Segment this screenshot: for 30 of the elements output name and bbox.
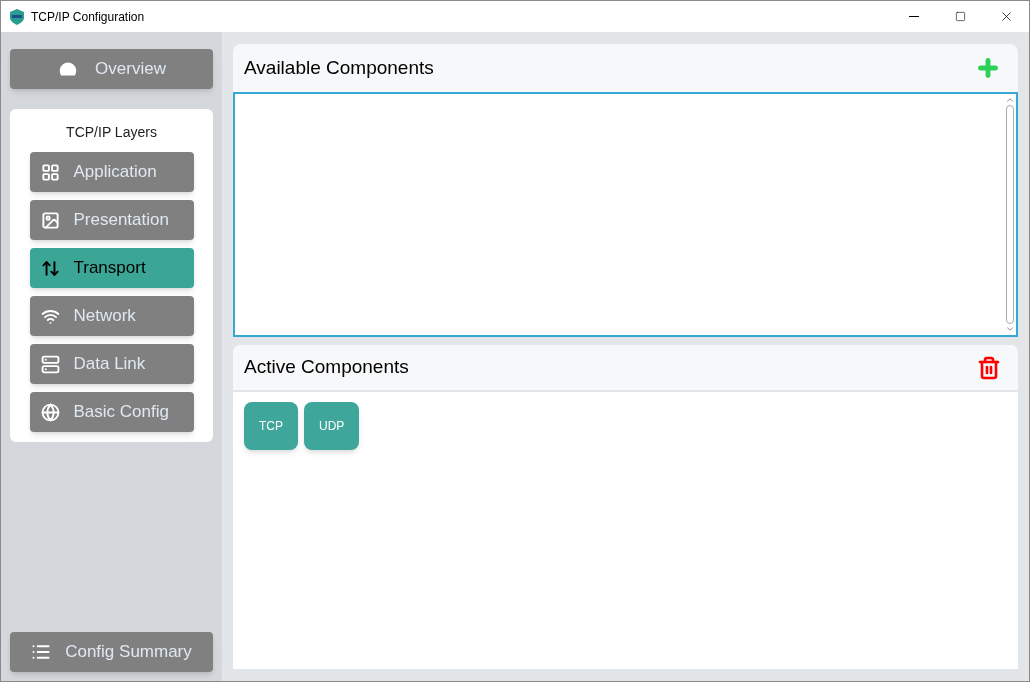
server-icon [40,354,60,374]
layer-button[interactable]: Basic Config [29,392,194,432]
layer-button[interactable]: Data Link [29,344,194,384]
layer-button[interactable]: Network [29,296,194,336]
overview-button[interactable]: Overview [10,49,213,89]
globe-icon [40,402,60,422]
available-list[interactable] [233,92,1018,337]
app-logo-icon [10,8,24,25]
scroll-up-icon[interactable] [1005,95,1015,105]
config-summary-button[interactable]: Config Summary [10,632,213,672]
list-icon [31,642,52,662]
layer-button[interactable]: Application [29,152,194,192]
component-chip[interactable]: UDP [304,402,360,450]
layer-button[interactable]: Transport [29,248,194,288]
window-title: TCP/IP Configuration [31,8,145,26]
scroll-down-icon[interactable] [1005,324,1015,334]
minimize-icon [909,16,919,17]
image-icon [40,210,60,230]
component-chip[interactable]: TCP [244,402,298,450]
maximize-icon [954,11,966,22]
active-title: Active Components [244,355,409,380]
plus-icon [975,55,1001,81]
layer-button[interactable]: Presentation [29,200,194,240]
up-down-arrows-icon [40,258,60,278]
delete-button[interactable] [977,355,1001,380]
layers-title: TCP/IP Layers [66,123,157,142]
add-button[interactable] [975,55,1001,81]
trash-icon [977,355,1001,380]
available-title: Available Components [244,55,434,80]
grid-icon [40,162,60,182]
